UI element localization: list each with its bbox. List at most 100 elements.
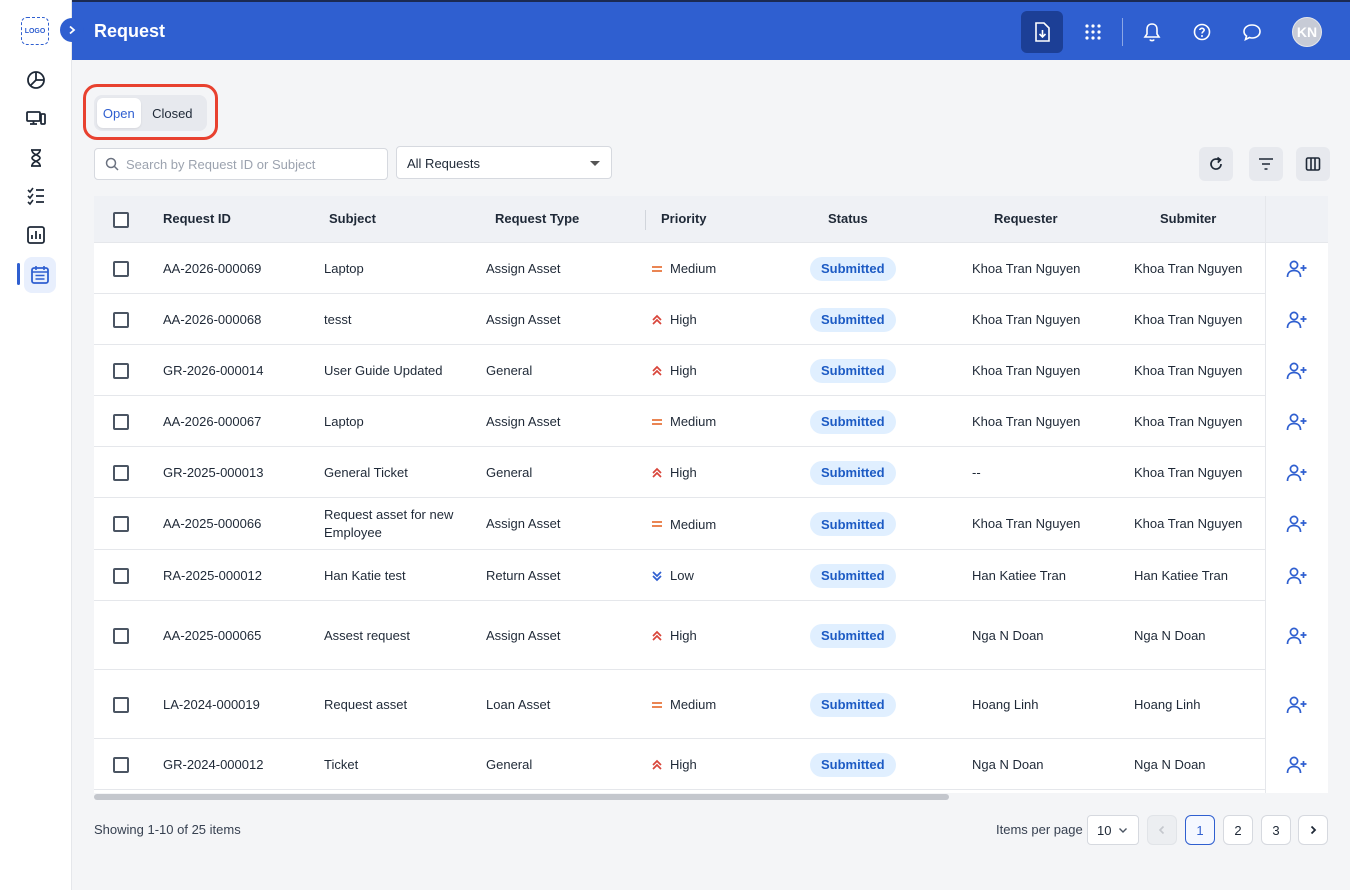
assign-user-button[interactable] (1286, 258, 1308, 280)
table-row[interactable]: GR-2025-000013 General Ticket General -- Kho… (94, 447, 1328, 498)
page-button-1[interactable]: 1 (1185, 815, 1215, 845)
row-checkbox[interactable] (113, 362, 129, 379)
cell-submitter: Nga N Doan (1134, 756, 1206, 772)
row-checkbox[interactable] (113, 627, 129, 644)
sidebar-item-dashboard[interactable] (16, 62, 56, 98)
help-button[interactable] (1181, 11, 1223, 53)
row-checkbox[interactable] (113, 413, 129, 430)
cell-subject: Request asset for new Employee (324, 507, 454, 540)
next-page-button[interactable] (1298, 815, 1328, 845)
column-header-request-type[interactable]: Request Type (495, 211, 579, 226)
status-badge: Submitted (810, 563, 896, 588)
notifications-button[interactable] (1131, 11, 1173, 53)
cell-request-id[interactable]: GR-2026-000014 (163, 362, 263, 380)
cell-request-id[interactable]: AA-2026-000068 (163, 311, 261, 329)
sidebar-item-requests[interactable] (24, 257, 56, 293)
row-checkbox[interactable] (113, 260, 129, 277)
table-row[interactable]: AA-2026-000067 Laptop Assign Asset Khoa Tra… (94, 396, 1328, 447)
column-header-requester[interactable]: Requester (994, 211, 1058, 226)
row-checkbox[interactable] (113, 311, 129, 328)
prev-page-button[interactable] (1147, 815, 1177, 845)
page-button-2[interactable]: 2 (1223, 815, 1253, 845)
avatar[interactable]: KN (1292, 17, 1322, 47)
sidebar-item-tasks[interactable] (16, 178, 56, 214)
top-header: Request KN (72, 0, 1350, 60)
assign-user-button[interactable] (1286, 694, 1308, 716)
column-header-priority[interactable]: Priority (661, 211, 707, 226)
columns-icon (1305, 157, 1321, 171)
chat-button[interactable] (1231, 11, 1273, 53)
page-button-3[interactable]: 3 (1261, 815, 1291, 845)
cell-request-id[interactable]: GR-2024-000012 (163, 756, 263, 774)
cell-request-id[interactable]: RA-2025-000012 (163, 567, 262, 585)
select-all-checkbox[interactable] (113, 212, 129, 228)
row-checkbox[interactable] (113, 516, 129, 532)
priority-label: Medium (670, 697, 717, 712)
active-indicator (17, 263, 20, 285)
assign-user-button[interactable] (1286, 462, 1308, 484)
table-row[interactable]: AA-2026-000069 Laptop Assign Asset Khoa Tra… (94, 243, 1328, 294)
items-per-page-select[interactable]: 10 (1087, 815, 1139, 845)
sidebar-item-reports[interactable] (16, 217, 56, 253)
row-checkbox[interactable] (113, 567, 129, 584)
row-checkbox[interactable] (113, 756, 129, 773)
download-doc-icon (1035, 22, 1050, 42)
row-checkbox[interactable] (113, 464, 129, 481)
search-input[interactable] (126, 150, 376, 178)
request-filter-select[interactable]: All Requests (396, 146, 612, 179)
sidebar-item-devices[interactable] (16, 101, 56, 137)
table-row[interactable]: RA-2025-000012 Han Katie test Return Asset… (94, 550, 1328, 601)
row-actions-header (1266, 196, 1328, 243)
assign-user-button[interactable] (1286, 625, 1308, 647)
horizontal-scrollbar[interactable] (94, 793, 1328, 801)
download-doc-button[interactable] (1021, 11, 1063, 53)
priority-label: High (670, 465, 697, 480)
refresh-icon (1210, 156, 1222, 170)
assign-user-button[interactable] (1286, 754, 1308, 776)
cell-priority: Medium (650, 696, 716, 714)
apps-grid-button[interactable] (1072, 11, 1114, 53)
priority-label: High (670, 757, 697, 772)
tab-closed[interactable]: Closed (141, 98, 204, 128)
table-row[interactable]: AA-2025-000066 Request asset for new Empl… (94, 498, 1328, 550)
cell-request-id[interactable]: GR-2025-000013 (163, 464, 263, 482)
assign-user-button[interactable] (1286, 360, 1308, 382)
assign-user-button[interactable] (1286, 309, 1308, 331)
cell-request-id[interactable]: AA-2026-000069 (163, 260, 261, 278)
column-header-status[interactable]: Status (828, 211, 868, 226)
column-header-subject[interactable]: Subject (329, 211, 376, 226)
tab-open[interactable]: Open (97, 98, 141, 128)
table-row[interactable]: GR-2024-000012 Ticket General Nga N Doan Nga… (94, 739, 1328, 790)
assign-user-icon (1286, 756, 1307, 773)
scrollbar-thumb[interactable] (94, 794, 949, 800)
cell-subject: Request asset (324, 696, 408, 712)
table-row[interactable]: AA-2026-000068 tesst Assign Asset Khoa Tran… (94, 294, 1328, 345)
priority-high-icon (652, 365, 662, 376)
cell-requester: -- (972, 464, 981, 480)
cell-request-id[interactable]: AA-2025-000066 (163, 515, 261, 533)
chevron-right-icon (1310, 825, 1317, 835)
refresh-button[interactable] (1199, 147, 1233, 181)
cell-request-id[interactable]: LA-2024-000019 (163, 696, 260, 714)
row-checkbox[interactable] (113, 696, 129, 713)
table-row[interactable]: AA-2025-000065 Assest request Assign Asset… (94, 601, 1328, 670)
column-header-request-id[interactable]: Request ID (163, 211, 231, 226)
assign-user-button[interactable] (1286, 565, 1308, 587)
cell-requester: Han Katiee Tran (972, 567, 1066, 583)
column-header-submitter[interactable]: Submiter (1160, 211, 1216, 226)
expand-sidebar-button[interactable] (60, 18, 84, 42)
sidebar-item-pending[interactable] (16, 140, 56, 176)
cell-submitter: Khoa Tran Nguyen (1134, 516, 1243, 531)
cell-request-id[interactable]: AA-2025-000065 (163, 627, 261, 645)
columns-button[interactable] (1296, 147, 1330, 181)
filter-button[interactable] (1249, 147, 1283, 181)
table-row[interactable]: GR-2026-000014 User Guide Updated General K… (94, 345, 1328, 396)
cell-request-id[interactable]: AA-2026-000067 (163, 413, 261, 431)
cell-subject: Han Katie test (324, 567, 406, 583)
cell-priority: High (650, 756, 697, 774)
assign-user-button[interactable] (1286, 513, 1308, 535)
table-row[interactable]: LA-2024-000019 Request asset Loan Asset Hoa… (94, 670, 1328, 739)
cell-priority: Medium (650, 515, 716, 533)
cell-request-type: Return Asset (486, 567, 561, 583)
assign-user-button[interactable] (1286, 411, 1308, 433)
